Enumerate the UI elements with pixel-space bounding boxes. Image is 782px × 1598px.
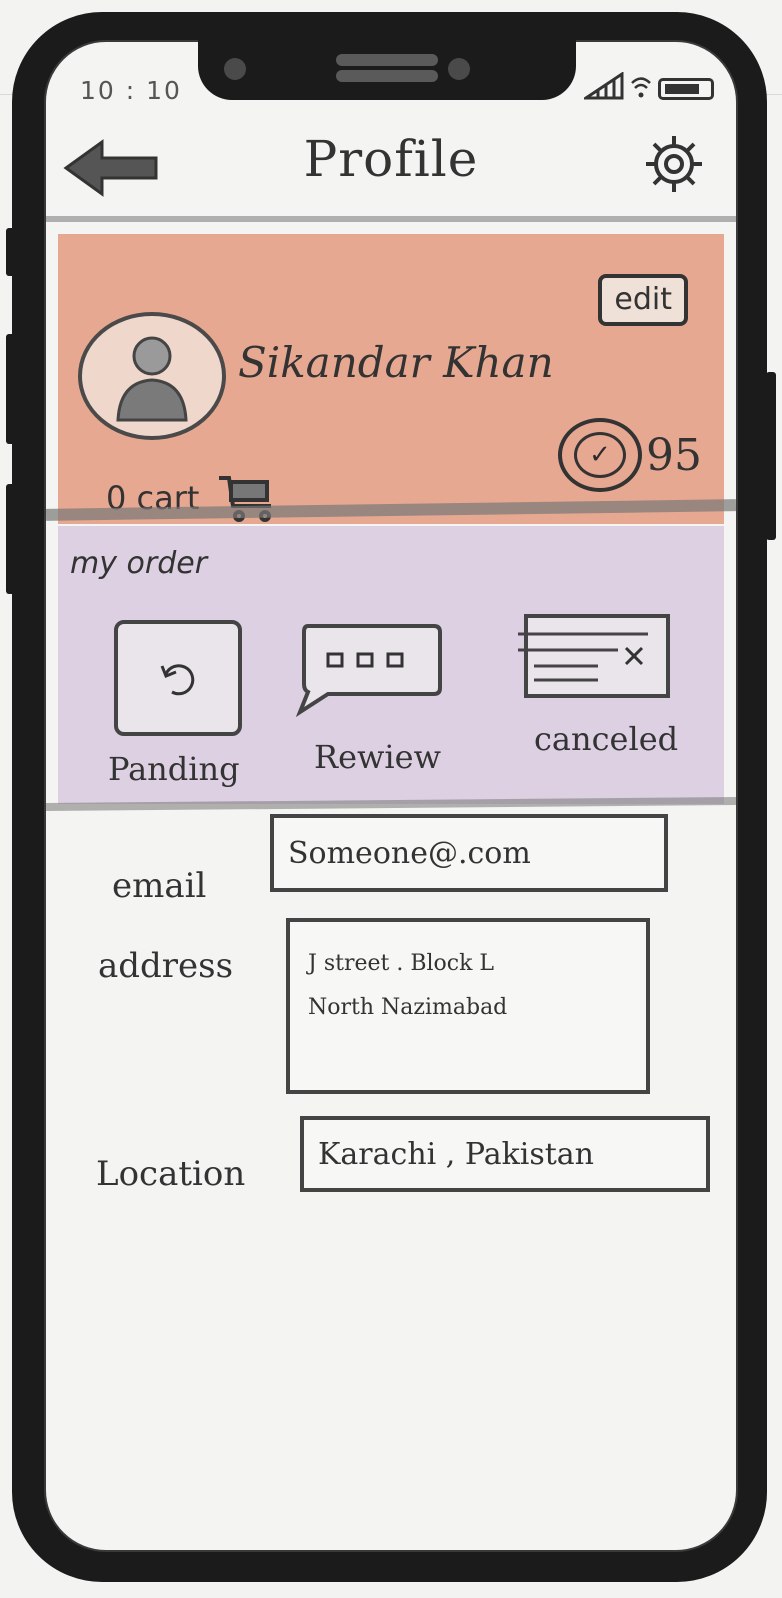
chat-bubble-icon: [295, 624, 442, 718]
status-icons: [584, 72, 714, 100]
battery-icon: [658, 78, 714, 100]
address-field[interactable]: J street . Block L North Nazimabad: [286, 918, 650, 1094]
phone-screen: 10 : 10 Profile edit Sikandar Khan ✓ 95 …: [44, 40, 738, 1552]
phone-notch: [198, 38, 576, 100]
email-field[interactable]: Someone@.com: [270, 814, 668, 892]
edit-profile-button[interactable]: edit: [598, 274, 688, 326]
order-label-pending: Panding: [108, 750, 240, 788]
my-orders-section: my order Panding Rewiew canceled: [58, 526, 724, 804]
power-button: [766, 372, 776, 540]
app-header: Profile: [46, 120, 736, 220]
page-title: Profile: [303, 130, 479, 188]
order-tile-review[interactable]: Rewiew: [294, 620, 444, 776]
speaker-grille: [336, 70, 438, 82]
address-line-2: North Nazimabad: [308, 995, 508, 1020]
front-camera: [224, 58, 246, 80]
wifi-icon: [631, 77, 651, 98]
profile-name: Sikandar Khan: [238, 338, 554, 387]
order-label-review: Rewiew: [314, 738, 441, 776]
address-label: address: [98, 946, 234, 986]
speaker-grille: [336, 54, 438, 66]
profile-card: edit Sikandar Khan ✓ 95 0 cart: [58, 234, 724, 524]
order-tile-canceled[interactable]: canceled: [518, 614, 678, 758]
points-value: 95: [646, 429, 702, 481]
orders-title: my order: [70, 546, 208, 581]
header-divider: [46, 216, 736, 222]
avatar[interactable]: [78, 312, 226, 440]
location-field[interactable]: Karachi , Pakistan: [300, 1116, 710, 1192]
refresh-icon: [114, 620, 242, 736]
email-label: email: [112, 866, 207, 906]
user-icon: [116, 336, 188, 422]
status-time: 10 : 10: [80, 76, 182, 105]
verified-check-icon: ✓: [558, 418, 642, 492]
gear-icon[interactable]: [642, 132, 706, 196]
address-line-1: J street . Block L: [308, 951, 495, 976]
signal-icon: [584, 72, 624, 100]
cancel-ticket-icon: [518, 614, 670, 698]
points-badge: ✓ 95: [558, 418, 702, 492]
location-label: Location: [96, 1154, 246, 1194]
front-sensor: [448, 58, 470, 80]
order-tile-pending[interactable]: Panding: [108, 620, 242, 788]
order-label-canceled: canceled: [534, 720, 679, 758]
